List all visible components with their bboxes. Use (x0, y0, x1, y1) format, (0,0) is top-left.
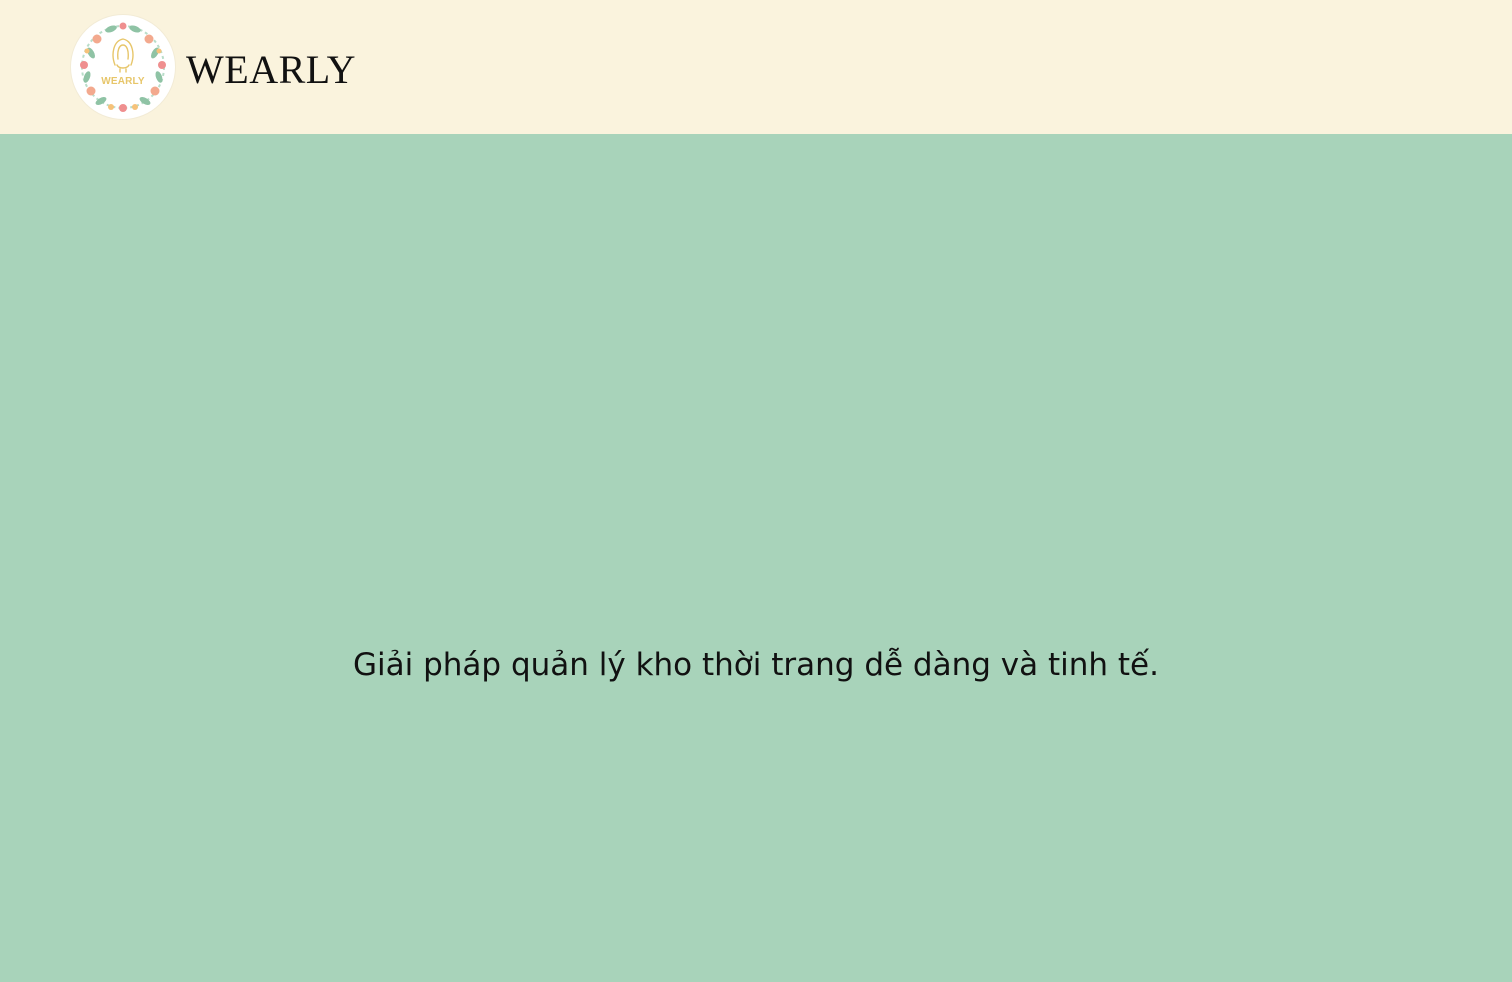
site-header: WEARLY WEARLY (0, 0, 1512, 134)
hero-tagline: Giải pháp quản lý kho thời trang dễ dàng… (353, 647, 1159, 683)
hero-section: Giải pháp quản lý kho thời trang dễ dàng… (0, 134, 1512, 982)
floral-wreath-woman-icon (80, 22, 166, 112)
logo-badge-text: WEARLY (101, 76, 145, 87)
brand-logo[interactable]: WEARLY (71, 15, 175, 119)
brand-name[interactable]: WEARLY (186, 45, 356, 95)
